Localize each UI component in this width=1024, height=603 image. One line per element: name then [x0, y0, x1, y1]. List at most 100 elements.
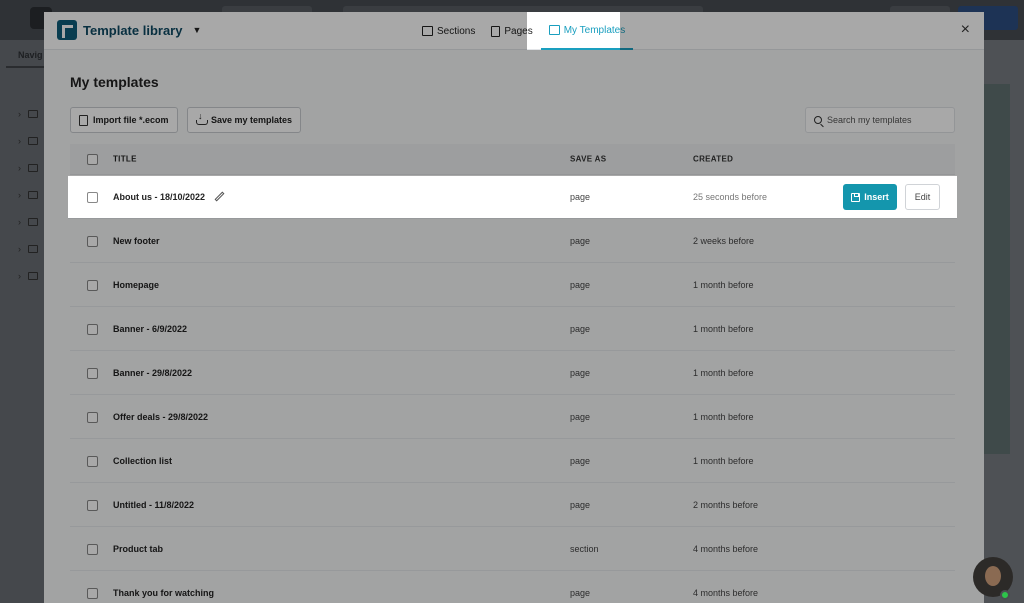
tab-bar: Sections Pages My Templates	[414, 12, 634, 50]
insert-button[interactable]: Insert	[843, 184, 897, 210]
search-box	[805, 107, 955, 133]
sections-icon	[422, 26, 433, 36]
tab-pages[interactable]: Pages	[483, 12, 540, 50]
download-icon	[196, 111, 208, 125]
modal-header: Template library ▼ Sections Pages My Tem…	[44, 12, 984, 50]
online-status-icon	[1000, 590, 1010, 600]
templates-table: TITLE SAVE AS CREATED About us - 18/10/2…	[68, 144, 957, 603]
row-save-as: page	[570, 191, 591, 202]
background-left-panel	[0, 40, 44, 603]
header-created: CREATED	[693, 154, 734, 164]
row-created: 1 month before	[693, 279, 754, 290]
row-title: Collection list	[113, 455, 173, 466]
pages-icon	[491, 25, 501, 37]
header-title: TITLE	[113, 154, 137, 164]
row-save-as: section	[570, 543, 599, 554]
template-library-dropdown[interactable]: Template library ▼	[57, 20, 201, 40]
tab-label: My Templates	[563, 24, 626, 36]
row-checkbox[interactable]	[87, 543, 98, 555]
row-created: 25 seconds before	[693, 191, 768, 202]
caret-down-icon: ▼	[192, 25, 202, 35]
row-save-as: page	[570, 499, 591, 510]
brand-logo-icon	[57, 20, 77, 40]
row-save-as: page	[570, 587, 591, 598]
background-tree-item: ›	[18, 190, 42, 200]
background-preview	[984, 84, 1010, 454]
table-row[interactable]: Untitled - 11/8/2022 page 2 months befor…	[70, 483, 955, 527]
background-tree-item: ›	[18, 217, 42, 227]
row-title: Offer deals - 29/8/2022	[113, 411, 209, 422]
background-tree-item: ›	[18, 109, 42, 119]
background-nav-underline	[6, 66, 44, 68]
row-checkbox[interactable]	[87, 191, 98, 203]
table-row[interactable]: Homepage page 1 month before	[70, 263, 955, 307]
tab-sections[interactable]: Sections	[414, 12, 483, 50]
row-save-as: page	[570, 455, 591, 466]
table-row[interactable]: Banner - 6/9/2022 page 1 month before	[70, 307, 955, 351]
row-checkbox[interactable]	[87, 455, 98, 467]
row-checkbox[interactable]	[87, 323, 98, 335]
table-row[interactable]: New footer page 2 weeks before	[70, 219, 955, 263]
row-title: New footer	[113, 235, 160, 246]
select-all-checkbox[interactable]	[87, 154, 98, 165]
search-input[interactable]	[827, 115, 947, 125]
row-save-as: page	[570, 323, 591, 334]
row-created: 1 month before	[693, 367, 754, 378]
row-checkbox[interactable]	[87, 279, 98, 291]
row-title: Thank you for watching	[113, 587, 215, 598]
modal-title: Template library	[83, 22, 183, 38]
tab-label: Sections	[437, 25, 476, 37]
import-file-button[interactable]: Import file *.ecom	[70, 107, 178, 133]
row-title: Banner - 6/9/2022	[113, 323, 188, 334]
row-created: 1 month before	[693, 455, 754, 466]
row-save-as: page	[570, 235, 591, 246]
table-row[interactable]: Banner - 29/8/2022 page 1 month before	[70, 351, 955, 395]
templates-icon	[548, 25, 560, 35]
row-checkbox[interactable]	[87, 499, 98, 511]
header-save-as: SAVE AS	[570, 154, 607, 164]
row-created: 2 months before	[693, 499, 759, 510]
table-row[interactable]: Product tab section 4 months before	[70, 527, 955, 571]
table-row[interactable]: Offer deals - 29/8/2022 page 1 month bef…	[70, 395, 955, 439]
row-title: Homepage	[113, 279, 160, 290]
row-created: 4 months before	[693, 587, 759, 598]
row-created: 1 month before	[693, 411, 754, 422]
table-row[interactable]: Collection list page 1 month before	[70, 439, 955, 483]
row-title: Banner - 29/8/2022	[113, 367, 193, 378]
background-tree-item: ›	[18, 163, 42, 173]
avatar-face	[985, 566, 1001, 586]
file-icon	[79, 114, 88, 126]
row-checkbox[interactable]	[87, 411, 98, 423]
template-library-modal: Template library ▼ Sections Pages My Tem…	[44, 12, 984, 603]
save-my-templates-button[interactable]: Save my templates	[187, 107, 302, 133]
page-title: My templates	[70, 74, 159, 90]
tab-label: Pages	[504, 25, 533, 37]
row-created: 2 weeks before	[693, 235, 755, 246]
background-tree-item: ›	[18, 136, 42, 146]
row-title: Product tab	[113, 543, 164, 554]
table-header: TITLE SAVE AS CREATED	[70, 144, 955, 175]
search-icon	[814, 116, 822, 124]
row-checkbox[interactable]	[87, 235, 98, 247]
row-checkbox[interactable]	[87, 367, 98, 379]
insert-label: Insert	[864, 192, 889, 202]
row-created: 1 month before	[693, 323, 754, 334]
row-created: 4 months before	[693, 543, 759, 554]
background-tree-item: ›	[18, 271, 42, 281]
row-checkbox[interactable]	[87, 587, 98, 599]
table-row[interactable]: Thank you for watching page 4 months bef…	[70, 571, 955, 603]
background-nav-label: Navig	[18, 50, 43, 60]
save-my-templates-label: Save my templates	[211, 115, 293, 125]
edit-button[interactable]: Edit	[905, 184, 940, 210]
save-icon	[851, 192, 861, 202]
row-save-as: page	[570, 411, 591, 422]
close-icon[interactable]: ×	[961, 22, 970, 38]
tab-my-templates[interactable]: My Templates	[540, 12, 634, 50]
pencil-icon[interactable]	[214, 191, 225, 202]
table-row[interactable]: About us - 18/10/2022 page 25 seconds be…	[68, 175, 957, 219]
import-file-label: Import file *.ecom	[93, 115, 169, 125]
row-title-text: About us - 18/10/2022	[113, 191, 206, 202]
row-save-as: page	[570, 279, 591, 290]
row-save-as: page	[570, 367, 591, 378]
row-title: About us - 18/10/2022	[113, 191, 225, 202]
